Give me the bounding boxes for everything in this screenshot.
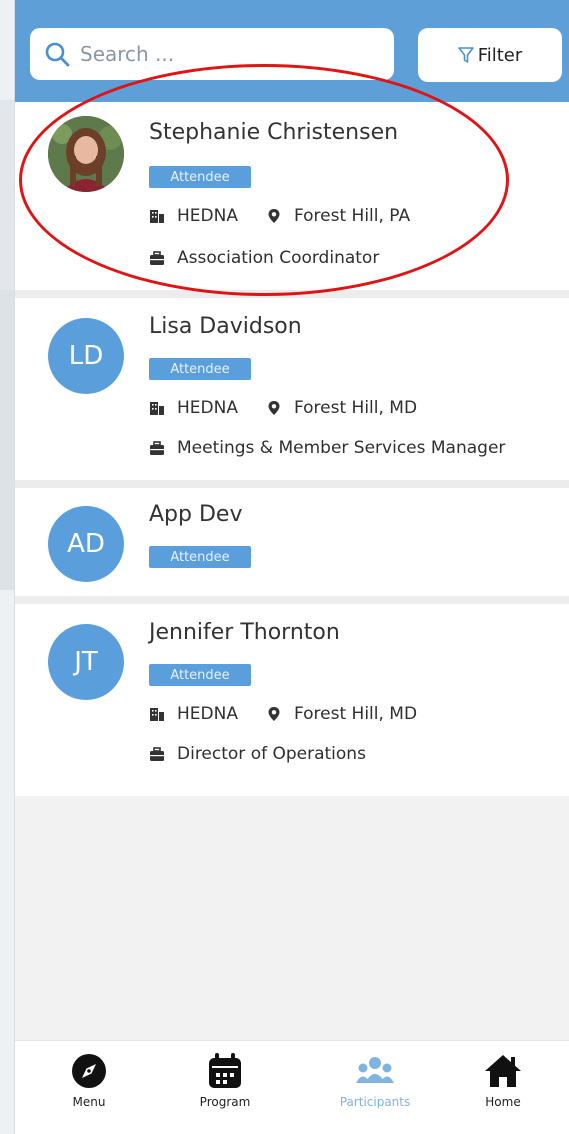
job-title-row: Association Coordinator bbox=[149, 248, 379, 268]
building-icon bbox=[150, 210, 164, 223]
search-box[interactable] bbox=[30, 28, 394, 80]
location-pin-icon bbox=[268, 209, 280, 223]
avatar: JT bbox=[48, 624, 124, 700]
role-badge: Attendee bbox=[149, 166, 251, 188]
header-bar: Filter bbox=[15, 0, 569, 102]
filter-label: Filter bbox=[477, 44, 523, 66]
briefcase-icon bbox=[150, 747, 164, 761]
filter-icon bbox=[457, 47, 474, 63]
org-location-row: HEDNA Forest Hill, MD bbox=[149, 704, 417, 724]
participant-card[interactable]: AD App Dev Attendee bbox=[15, 488, 569, 604]
search-input[interactable] bbox=[80, 42, 380, 66]
nav-program[interactable]: Program bbox=[175, 1051, 275, 1109]
job-title: Association Coordinator bbox=[177, 248, 380, 268]
profile-photo bbox=[48, 116, 124, 192]
location-pin-icon bbox=[268, 707, 280, 721]
organization: HEDNA bbox=[177, 398, 238, 418]
filter-button[interactable]: Filter bbox=[418, 28, 562, 82]
participant-card[interactable]: LD Lisa Davidson Attendee HEDNA Forest H… bbox=[15, 298, 569, 488]
location-pin-icon bbox=[268, 401, 280, 415]
search-icon bbox=[45, 42, 70, 67]
briefcase-icon bbox=[150, 251, 164, 265]
compass-icon bbox=[72, 1054, 106, 1088]
participant-name: Stephanie Christensen bbox=[149, 120, 399, 145]
location: Forest Hill, MD bbox=[293, 704, 418, 724]
avatar: LD bbox=[48, 318, 124, 394]
participant-card[interactable]: JT Jennifer Thornton Attendee HEDNA Fore… bbox=[15, 604, 569, 796]
role-badge: Attendee bbox=[149, 358, 251, 380]
calendar-icon bbox=[209, 1053, 241, 1088]
background-strip bbox=[0, 0, 14, 1134]
organization: HEDNA bbox=[177, 206, 238, 226]
nav-menu[interactable]: Menu bbox=[39, 1051, 139, 1109]
nav-home[interactable]: Home bbox=[453, 1051, 553, 1109]
bottom-nav: Menu Program Participants Home bbox=[15, 1040, 569, 1134]
participant-name: Lisa Davidson bbox=[149, 314, 302, 339]
location: Forest Hill, MD bbox=[293, 398, 418, 418]
nav-label: Participants bbox=[339, 1095, 411, 1109]
avatar-initials: LD bbox=[68, 341, 104, 371]
home-icon bbox=[485, 1055, 521, 1087]
participant-card[interactable]: Stephanie Christensen Attendee HEDNA For… bbox=[15, 102, 569, 298]
avatar bbox=[48, 116, 124, 192]
job-title: Meetings & Member Services Manager bbox=[177, 438, 506, 458]
job-title: Director of Operations bbox=[177, 744, 366, 764]
building-icon bbox=[150, 708, 164, 721]
nav-participants[interactable]: Participants bbox=[325, 1051, 425, 1109]
nav-label: Home bbox=[485, 1095, 521, 1109]
job-title-row: Director of Operations bbox=[149, 744, 366, 764]
job-title-row: Meetings & Member Services Manager bbox=[149, 438, 505, 458]
role-badge: Attendee bbox=[149, 664, 251, 686]
avatar-initials: JT bbox=[74, 647, 98, 677]
nav-label: Program bbox=[199, 1095, 251, 1109]
people-icon bbox=[356, 1057, 394, 1083]
building-icon bbox=[150, 402, 164, 415]
briefcase-icon bbox=[150, 441, 164, 455]
avatar-initials: AD bbox=[67, 529, 105, 559]
org-location-row: HEDNA Forest Hill, MD bbox=[149, 398, 417, 418]
location: Forest Hill, PA bbox=[293, 206, 411, 226]
nav-label: Menu bbox=[72, 1095, 106, 1109]
participant-name: Jennifer Thornton bbox=[149, 620, 340, 645]
organization: HEDNA bbox=[177, 704, 238, 724]
participants-screen: Filter Stephanie Christensen Attendee bbox=[14, 0, 569, 1134]
org-location-row: HEDNA Forest Hill, PA bbox=[149, 206, 410, 226]
role-badge: Attendee bbox=[149, 546, 251, 568]
participant-name: App Dev bbox=[149, 502, 243, 527]
participant-list: Stephanie Christensen Attendee HEDNA For… bbox=[15, 102, 569, 796]
avatar: AD bbox=[48, 506, 124, 582]
